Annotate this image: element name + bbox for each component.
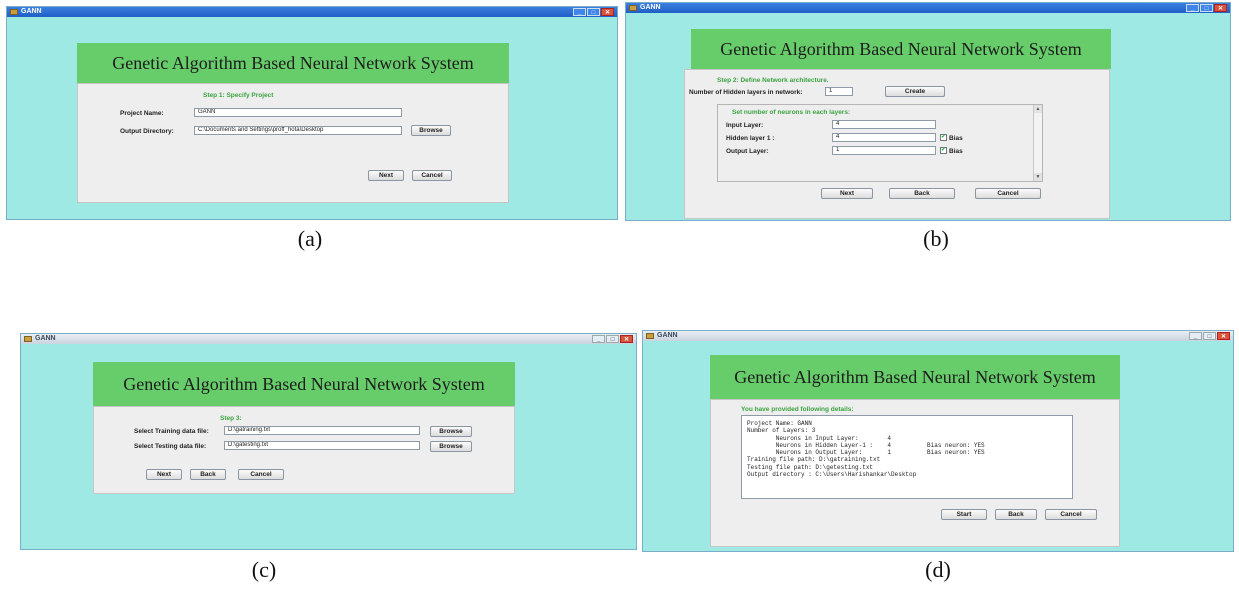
- back-button[interactable]: Back: [190, 469, 226, 480]
- step-panel: Step 3: Select Training data file: D:\ga…: [93, 406, 515, 494]
- summary-line: Neurons in Input Layer: 4: [747, 434, 892, 442]
- step-title: Step 1: Specify Project: [203, 92, 274, 99]
- minimize-icon[interactable]: _: [592, 335, 605, 343]
- window-controls: _ □ ✕: [1186, 4, 1227, 12]
- cancel-button[interactable]: Cancel: [238, 469, 284, 480]
- testing-file-field[interactable]: D:\gatesting.txt: [224, 441, 420, 450]
- step-panel: You have provided following details: Pro…: [710, 399, 1120, 547]
- step-panel: Step 1: Specify Project Project Name: GA…: [77, 83, 509, 203]
- app-banner: Genetic Algorithm Based Neural Network S…: [710, 355, 1120, 399]
- minimize-icon[interactable]: _: [1186, 4, 1199, 12]
- output-layer-field[interactable]: 1: [832, 146, 936, 155]
- titlebar-b: GANN _ □ ✕: [626, 3, 1230, 13]
- back-button[interactable]: Back: [995, 509, 1037, 520]
- caption-a: (a): [297, 226, 323, 251]
- app-banner: Genetic Algorithm Based Neural Network S…: [93, 362, 515, 406]
- caption-c: (c): [251, 557, 277, 582]
- training-file-field[interactable]: D:\gatraining.txt: [224, 426, 420, 435]
- close-icon[interactable]: ✕: [601, 8, 614, 16]
- app-icon: [629, 5, 637, 11]
- window-d: GANN _ □ ✕ Genetic Algorithm Based Neura…: [642, 330, 1234, 552]
- summary-line: Neurons in Hidden Layer-1 : 4 Bias neuro…: [747, 441, 985, 449]
- step-title: Step 3:: [220, 415, 242, 422]
- window-title: GANN: [21, 8, 42, 15]
- app-icon: [646, 333, 654, 339]
- browse-button[interactable]: Browse: [411, 125, 451, 136]
- app-icon: [10, 9, 18, 15]
- hidden-bias-checkbox[interactable]: ✔: [940, 134, 947, 141]
- window-title: GANN: [35, 335, 56, 342]
- close-icon[interactable]: ✕: [1214, 4, 1227, 12]
- minimize-icon[interactable]: _: [573, 8, 586, 16]
- input-layer-field[interactable]: 4: [832, 120, 936, 129]
- app-banner: Genetic Algorithm Based Neural Network S…: [691, 29, 1111, 69]
- scroll-up-icon[interactable]: ▲: [1034, 105, 1042, 113]
- back-button[interactable]: Back: [889, 188, 955, 199]
- project-name-label: Project Name:: [120, 110, 164, 117]
- close-icon[interactable]: ✕: [620, 335, 633, 343]
- testing-file-label: Select Testing data file:: [134, 443, 207, 450]
- cancel-button[interactable]: Cancel: [975, 188, 1041, 199]
- window-controls: _ □ ✕: [592, 335, 633, 343]
- summary-line: Number of Layers: 3: [747, 427, 816, 435]
- minimize-icon[interactable]: _: [1189, 332, 1202, 340]
- maximize-icon[interactable]: □: [587, 8, 600, 16]
- neurons-section: Set number of neurons in each layers: In…: [717, 104, 1043, 182]
- step-title: You have provided following details:: [741, 406, 854, 413]
- app-banner: Genetic Algorithm Based Neural Network S…: [77, 43, 509, 83]
- next-button[interactable]: Next: [146, 469, 182, 480]
- close-icon[interactable]: ✕: [1217, 332, 1230, 340]
- hidden-layer-field[interactable]: 4: [832, 133, 936, 142]
- summary-line: Output directory : C:\Users\Harishankar\…: [747, 471, 917, 479]
- window-controls: _ □ ✕: [573, 8, 614, 16]
- summary-textarea[interactable]: Project Name: GANN Number of Layers: 3 N…: [741, 415, 1073, 499]
- maximize-icon[interactable]: □: [1200, 4, 1213, 12]
- window-b: GANN _ □ ✕ Genetic Algorithm Based Neura…: [625, 2, 1231, 221]
- summary-line: Neurons in Output Layer: 1 Bias neuron: …: [747, 449, 985, 457]
- summary-line: Project Name: GANN: [747, 420, 812, 427]
- window-controls: _ □ ✕: [1189, 332, 1230, 340]
- hidden-bias-label: Bias: [949, 135, 963, 142]
- hidden-layer-label: Hidden layer 1 :: [726, 135, 775, 142]
- titlebar-c: GANN _ □ ✕: [21, 334, 636, 344]
- window-title: GANN: [640, 4, 661, 11]
- titlebar-a: GANN _ □ ✕: [7, 7, 617, 17]
- output-directory-field[interactable]: C:\Documents and Settings\proff_hota\Des…: [194, 126, 402, 135]
- hidden-layers-field[interactable]: 1: [825, 87, 853, 96]
- summary-line: Training file path: D:\gatraining.txt: [747, 456, 881, 464]
- testing-browse-button[interactable]: Browse: [430, 441, 472, 452]
- project-name-field[interactable]: GANN: [194, 108, 402, 117]
- window-a: GANN _ □ ✕ Genetic Algorithm Based Neura…: [6, 6, 618, 220]
- cancel-button[interactable]: Cancel: [1045, 509, 1097, 520]
- step-title: Step 2: Define Network architecture.: [717, 77, 829, 84]
- step-panel: Step 2: Define Network architecture. Num…: [684, 69, 1110, 219]
- next-button[interactable]: Next: [821, 188, 873, 199]
- output-bias-label: Bias: [949, 148, 963, 155]
- vertical-scrollbar[interactable]: ▲ ▼: [1033, 105, 1042, 181]
- training-browse-button[interactable]: Browse: [430, 426, 472, 437]
- create-button[interactable]: Create: [885, 86, 945, 97]
- start-button[interactable]: Start: [941, 509, 987, 520]
- maximize-icon[interactable]: □: [1203, 332, 1216, 340]
- output-bias-checkbox[interactable]: ✔: [940, 147, 947, 154]
- scroll-down-icon[interactable]: ▼: [1034, 173, 1042, 181]
- titlebar-d: GANN _ □ ✕: [643, 331, 1233, 341]
- window-c: GANN _ □ ✕ Genetic Algorithm Based Neura…: [20, 333, 637, 550]
- next-button[interactable]: Next: [368, 170, 404, 181]
- training-file-label: Select Training data file:: [134, 428, 209, 435]
- caption-d: (d): [925, 557, 951, 582]
- cancel-button[interactable]: Cancel: [412, 170, 452, 181]
- window-title: GANN: [657, 332, 678, 339]
- summary-line: Testing file path: D:\getesting.txt: [747, 463, 874, 471]
- input-layer-label: Input Layer:: [726, 122, 764, 129]
- output-directory-label: Output Directory:: [120, 128, 174, 135]
- maximize-icon[interactable]: □: [606, 335, 619, 343]
- caption-b: (b): [923, 226, 949, 251]
- output-layer-label: Output Layer:: [726, 148, 769, 155]
- neurons-heading: Set number of neurons in each layers:: [732, 109, 851, 116]
- app-icon: [24, 336, 32, 342]
- hidden-layers-label: Number of Hidden layers in network:: [689, 89, 803, 96]
